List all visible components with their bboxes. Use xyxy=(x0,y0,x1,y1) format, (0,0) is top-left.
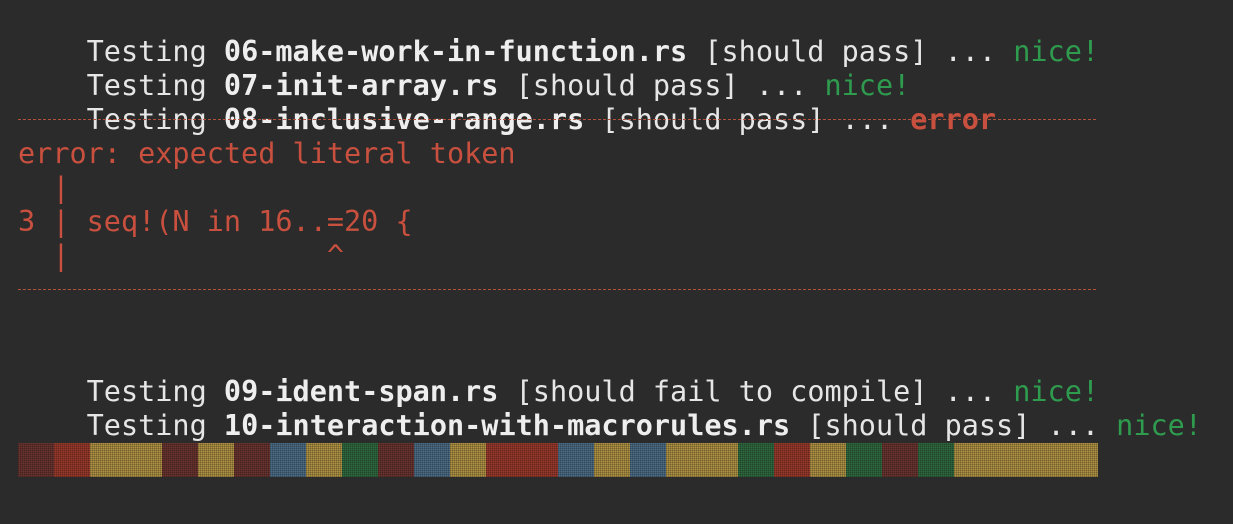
test-expectation: [should pass] ... xyxy=(790,409,1117,442)
progress-bar-segment xyxy=(558,443,594,477)
test-line-07: Testing 07-init-array.rs [should pass] .… xyxy=(18,35,911,102)
error-caret-line: | ^ xyxy=(18,239,345,272)
progress-bar-segment xyxy=(738,443,774,477)
error-code-line: 3 | seq!(N in 16..=20 { xyxy=(18,205,413,238)
progress-bar-segment xyxy=(1026,443,1062,477)
progress-bar-segment xyxy=(198,443,234,477)
progress-bar-segment xyxy=(126,443,162,477)
test-filename: 10-interaction-with-macrorules.rs xyxy=(223,409,791,442)
progress-bar-segment xyxy=(774,443,810,477)
progress-bar xyxy=(18,443,1098,477)
progress-bar-segment xyxy=(918,443,954,477)
progress-bar-segment xyxy=(702,443,738,477)
progress-bar-segment xyxy=(522,443,558,477)
error-divider-top xyxy=(18,119,1096,120)
progress-bar-segment xyxy=(990,443,1026,477)
error-gutter: | xyxy=(18,171,70,204)
progress-bar-segment xyxy=(882,443,918,477)
progress-bar-segment xyxy=(810,443,846,477)
progress-bar-segment xyxy=(306,443,342,477)
progress-bar-segment xyxy=(54,443,90,477)
progress-bar-segment xyxy=(954,443,990,477)
progress-bar-segment xyxy=(630,443,666,477)
progress-bar-segment xyxy=(594,443,630,477)
progress-bar-segment xyxy=(342,443,378,477)
progress-bar-segment xyxy=(162,443,198,477)
progress-bar-segment xyxy=(846,443,882,477)
progress-bar-segment xyxy=(414,443,450,477)
progress-bar-segment xyxy=(18,443,54,477)
test-line-09: Testing 09-ident-span.rs [should fail to… xyxy=(18,341,1099,408)
progress-bar-segment xyxy=(1062,443,1098,477)
progress-bar-segment xyxy=(234,443,270,477)
progress-bar-segment xyxy=(90,443,126,477)
test-line-10: Testing 10-interaction-with-macrorules.r… xyxy=(18,375,1202,442)
test-result-ok: nice! xyxy=(1013,35,1100,68)
progress-bar-segment xyxy=(666,443,702,477)
progress-bar-segment xyxy=(270,443,306,477)
progress-bar-segment xyxy=(450,443,486,477)
test-line-08: Testing 08-inclusive-range.rs [should pa… xyxy=(18,69,996,136)
error-divider-bottom xyxy=(18,289,1096,290)
test-line-06: Testing 06-make-work-in-function.rs [sho… xyxy=(18,1,1099,68)
error-message: error: expected literal token xyxy=(18,137,516,170)
progress-bar-segment xyxy=(378,443,414,477)
test-result-ok: nice! xyxy=(1116,409,1202,442)
test-prefix: Testing xyxy=(86,409,224,442)
progress-bar-segment xyxy=(486,443,522,477)
